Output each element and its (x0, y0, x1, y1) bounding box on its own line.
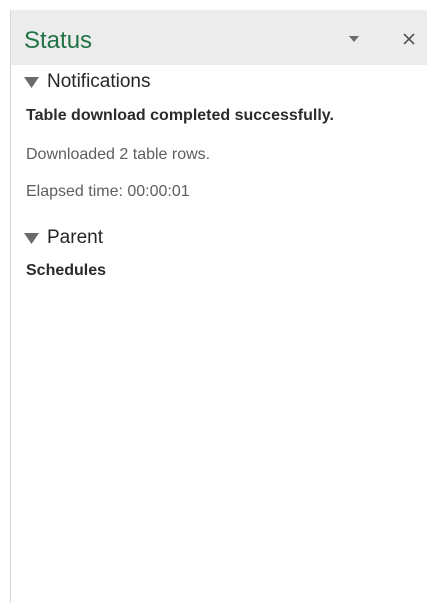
elapsed-time-text: Elapsed time: 00:00:01 (26, 183, 190, 200)
notification-message: Table download completed successfully. (26, 107, 334, 124)
pane-close-button[interactable] (398, 28, 420, 50)
pane-header: Status (11, 10, 427, 65)
parent-value: Schedules (26, 262, 107, 279)
notifications-section-label: Notifications (47, 71, 151, 92)
pane-options-button[interactable] (343, 28, 365, 50)
pane-title: Status (24, 27, 93, 54)
parent-section-label: Parent (47, 227, 103, 248)
page: Status Notifications Table download comp… (0, 0, 427, 603)
notifications-section-toggle[interactable]: Notifications (24, 70, 151, 94)
collapse-triangle-icon (24, 232, 39, 244)
caret-down-icon (349, 36, 359, 42)
close-icon (403, 33, 415, 45)
status-pane: Status Notifications Table download comp… (10, 10, 427, 603)
rows-downloaded-text: Downloaded 2 table rows. (26, 146, 211, 163)
collapse-triangle-icon (24, 76, 39, 88)
parent-section-toggle[interactable]: Parent (24, 226, 103, 250)
